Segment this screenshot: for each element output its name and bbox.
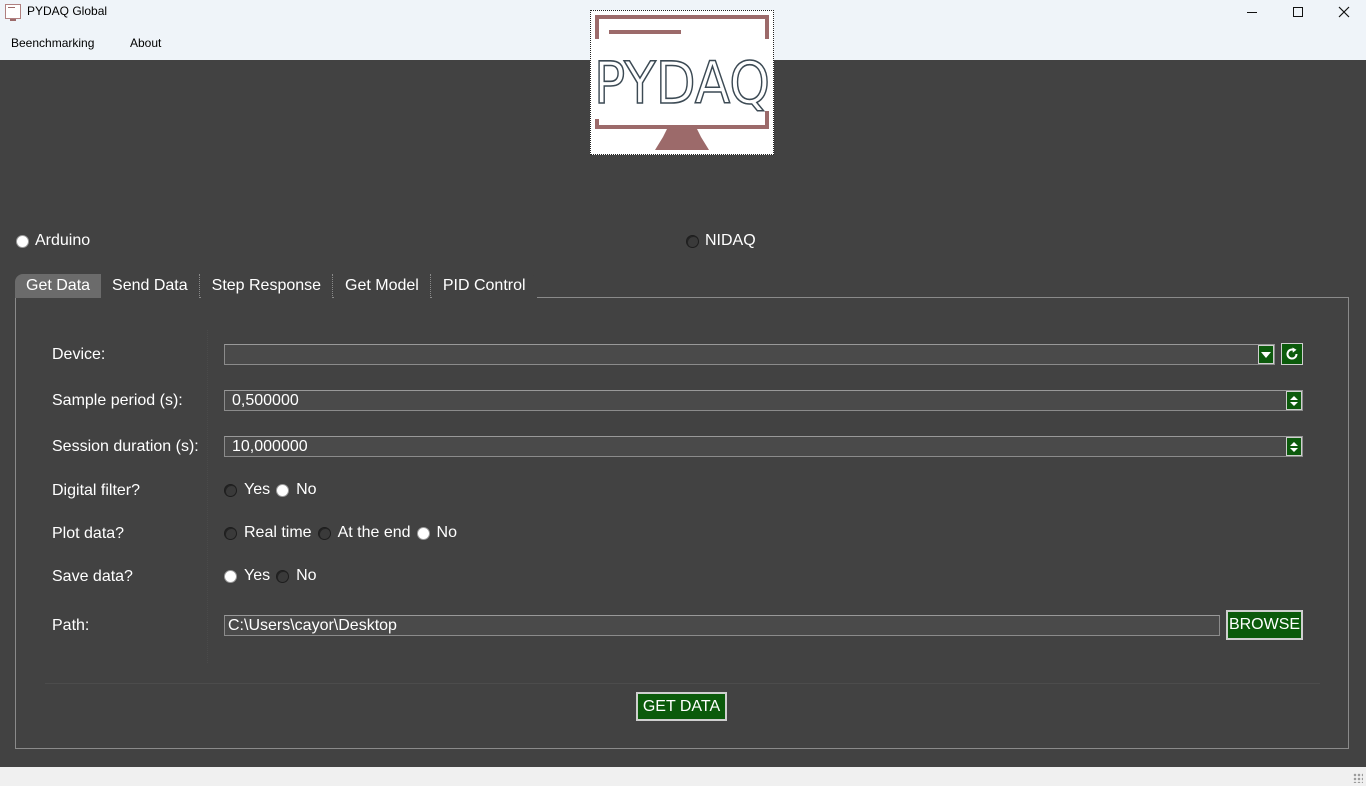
spinbox-arrows[interactable] [1286, 437, 1302, 456]
spinbox-arrows[interactable] [1286, 391, 1302, 410]
device-label: Device: [52, 346, 106, 363]
refresh-button[interactable] [1281, 343, 1303, 365]
save-yes-radio[interactable] [224, 569, 237, 583]
pydaq-logo: PYDAQ [590, 10, 774, 155]
option-label: Yes [244, 567, 271, 584]
plot-data-options: Real time At the end No [224, 524, 463, 542]
status-bar [0, 767, 1366, 786]
path-value: C:\Users\cayor\Desktop [228, 616, 397, 634]
digital-filter-no-radio[interactable] [276, 483, 290, 497]
plot-data-label: Plot data? [52, 525, 125, 542]
minimize-icon [1247, 11, 1257, 13]
nidaq-label: NIDAQ [705, 232, 756, 249]
arrow-down-icon [1290, 447, 1298, 452]
plot-realtime-radio[interactable] [224, 526, 237, 540]
menu-about[interactable]: About [130, 36, 161, 50]
arrow-down-icon [1290, 401, 1298, 406]
session-duration-input[interactable]: 10,000000 [224, 436, 1303, 457]
option-label: No [296, 481, 317, 498]
sample-period-label: Sample period (s): [52, 392, 183, 409]
path-label: Path: [52, 617, 90, 634]
arduino-radio[interactable]: Arduino [16, 232, 90, 250]
maximize-button[interactable] [1275, 0, 1321, 24]
session-duration-label: Session duration (s): [52, 438, 199, 455]
section-divider [45, 683, 1320, 684]
plot-no-radio[interactable] [416, 526, 430, 540]
resize-grip-icon[interactable] [1353, 773, 1363, 783]
option-label: Real time [244, 524, 312, 541]
close-icon [1338, 6, 1350, 18]
save-data-label: Save data? [52, 568, 133, 585]
digital-filter-yes-radio[interactable] [224, 483, 237, 497]
chevron-down-icon[interactable] [1258, 345, 1274, 364]
arrow-up-icon [1290, 395, 1298, 400]
get-data-button[interactable]: GET DATA [636, 692, 727, 721]
device-combobox[interactable] [224, 344, 1275, 365]
close-button[interactable] [1321, 0, 1366, 24]
tab-bar: Get Data Send Data Step Response Get Mod… [15, 274, 537, 298]
sample-period-input[interactable]: 0,500000 [224, 390, 1303, 411]
option-label: No [436, 524, 457, 541]
tab-pid-control[interactable]: PID Control [431, 274, 537, 298]
plot-at-end-radio[interactable] [317, 526, 331, 540]
session-duration-value: 10,000000 [232, 437, 308, 455]
radio-indicator [16, 234, 29, 248]
option-label: At the end [337, 524, 411, 541]
digital-filter-label: Digital filter? [52, 482, 141, 499]
browse-button[interactable]: BROWSE [1226, 610, 1303, 640]
save-data-options: Yes No [224, 567, 323, 585]
refresh-icon [1286, 347, 1298, 360]
window-title: PYDAQ Global [27, 4, 108, 18]
sample-period-value: 0,500000 [232, 391, 299, 409]
option-label: No [296, 567, 317, 584]
option-label: Yes [244, 481, 271, 498]
digital-filter-options: Yes No [224, 481, 323, 499]
menu-benchmarking[interactable]: Beenchmarking [11, 36, 94, 50]
tab-step-response[interactable]: Step Response [200, 274, 333, 298]
app-icon [5, 4, 21, 21]
maximize-icon [1293, 7, 1303, 17]
tab-get-model[interactable]: Get Model [334, 274, 430, 298]
form-divider [207, 330, 208, 663]
path-input[interactable]: C:\Users\cayor\Desktop [224, 615, 1220, 636]
nidaq-radio[interactable]: NIDAQ [686, 232, 756, 250]
tab-send-data[interactable]: Send Data [101, 274, 199, 298]
tab-get-data[interactable]: Get Data [15, 274, 102, 298]
arduino-label: Arduino [35, 232, 91, 249]
logo-text: PYDAQ [594, 49, 770, 117]
minimize-button[interactable] [1229, 0, 1275, 24]
save-no-radio[interactable] [276, 569, 290, 583]
arrow-up-icon [1290, 441, 1298, 446]
radio-indicator [686, 234, 699, 248]
